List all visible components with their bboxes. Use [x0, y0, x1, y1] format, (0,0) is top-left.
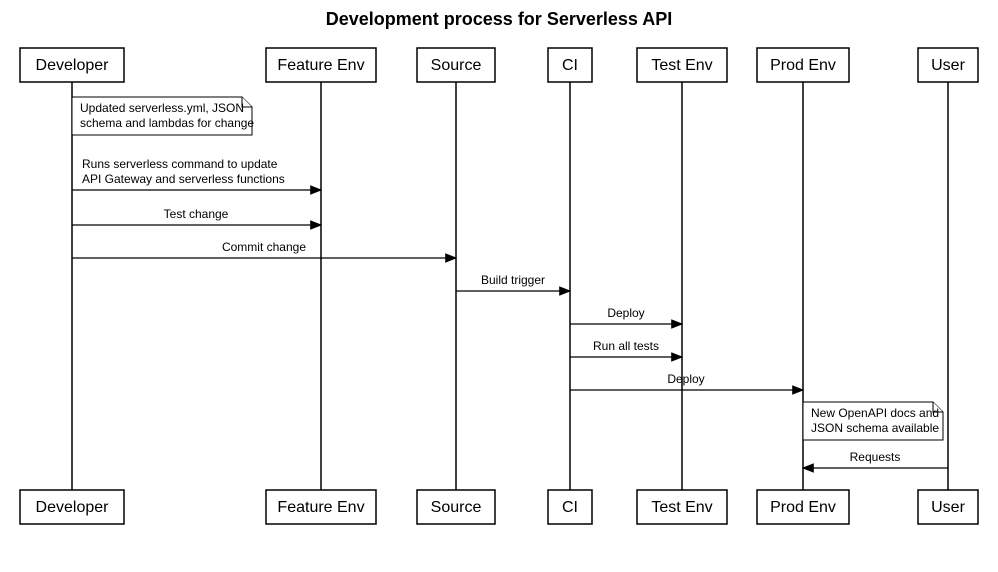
message-test-change: Test change — [72, 207, 321, 225]
note-text: New OpenAPI docs and — [811, 406, 939, 420]
message-deploy-prod: Deploy — [570, 372, 803, 390]
message-label: Commit change — [222, 240, 306, 254]
participant-label: Feature Env — [277, 499, 364, 516]
participant-feature-env-bottom: Feature Env — [266, 490, 376, 524]
participant-user-bottom: User — [918, 490, 978, 524]
message-label: Run all tests — [593, 339, 659, 353]
message-label: API Gateway and serverless functions — [82, 172, 285, 186]
participant-developer-top: Developer — [20, 48, 124, 82]
participant-source-top: Source — [417, 48, 495, 82]
participant-test-env-bottom: Test Env — [637, 490, 727, 524]
message-label: Build trigger — [481, 273, 545, 287]
message-label: Runs serverless command to update — [82, 157, 278, 171]
message-label: Deploy — [607, 306, 644, 320]
participant-ci-bottom: CI — [548, 490, 592, 524]
note-text: Updated serverless.yml, JSON — [80, 101, 244, 115]
participant-prod-env-bottom: Prod Env — [757, 490, 849, 524]
message-commit-change: Commit change — [72, 240, 456, 258]
message-run-serverless: Runs serverless command to update API Ga… — [72, 157, 321, 190]
note-text: schema and lambdas for change — [80, 116, 254, 130]
participant-prod-env-top: Prod Env — [757, 48, 849, 82]
participant-label: Test Env — [651, 499, 712, 516]
participant-label: CI — [562, 499, 578, 516]
note-developer-update: Updated serverless.yml, JSON schema and … — [72, 97, 254, 135]
sequence-diagram: Development process for Serverless API D… — [0, 0, 998, 572]
participant-developer-bottom: Developer — [20, 490, 124, 524]
message-run-all-tests: Run all tests — [570, 339, 682, 357]
participant-label: CI — [562, 57, 578, 74]
participant-ci-top: CI — [548, 48, 592, 82]
participant-label: Test Env — [651, 57, 712, 74]
message-build-trigger: Build trigger — [456, 273, 570, 291]
note-text: JSON schema available — [811, 421, 939, 435]
participant-label: Feature Env — [277, 57, 364, 74]
note-prod-docs: New OpenAPI docs and JSON schema availab… — [803, 402, 943, 440]
participant-source-bottom: Source — [417, 490, 495, 524]
message-requests: Requests — [803, 450, 948, 468]
participant-label: Source — [431, 499, 482, 516]
participant-user-top: User — [918, 48, 978, 82]
message-label: Requests — [850, 450, 901, 464]
participant-label: Prod Env — [770, 499, 836, 516]
message-deploy-test: Deploy — [570, 306, 682, 324]
message-label: Test change — [164, 207, 229, 221]
participant-label: Developer — [36, 57, 110, 74]
diagram-title: Development process for Serverless API — [326, 9, 672, 29]
message-label: Deploy — [667, 372, 704, 386]
participant-label: User — [931, 499, 965, 516]
participant-feature-env-top: Feature Env — [266, 48, 376, 82]
participant-label: User — [931, 57, 965, 74]
participant-label: Prod Env — [770, 57, 836, 74]
participant-label: Developer — [36, 499, 110, 516]
participant-test-env-top: Test Env — [637, 48, 727, 82]
participant-label: Source — [431, 57, 482, 74]
